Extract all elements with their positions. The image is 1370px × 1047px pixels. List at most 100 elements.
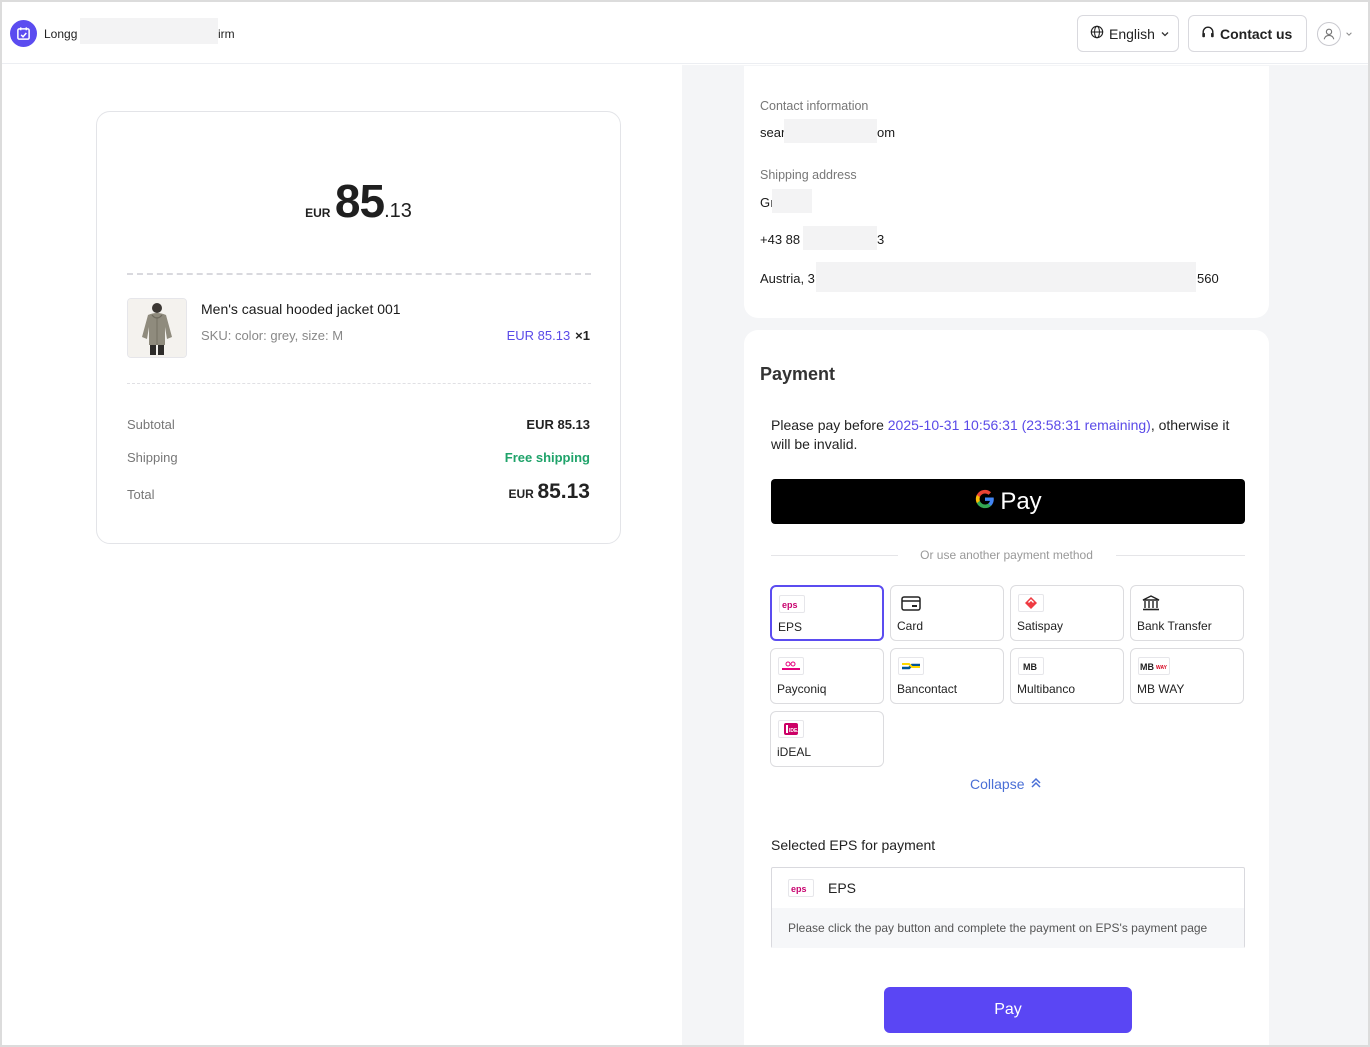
language-selector[interactable]: English <box>1077 15 1179 52</box>
credit-card-icon <box>898 594 924 612</box>
total-decimal: .13 <box>384 200 412 222</box>
user-avatar-icon <box>1317 22 1341 46</box>
pay-button[interactable]: Pay <box>884 987 1132 1033</box>
payment-method-payconiq[interactable]: Payconiq <box>770 648 884 704</box>
divider <box>127 383 591 384</box>
subtotal-value: EUR 85.13 <box>526 417 590 432</box>
payment-method-bancontact[interactable]: Bancontact <box>890 648 1004 704</box>
multibanco-icon: MB <box>1018 657 1044 675</box>
method-label: MB WAY <box>1137 682 1185 696</box>
shipping-address-end: 560 <box>1197 271 1219 286</box>
google-pay-label: Pay <box>1000 487 1042 515</box>
product-quantity: ×1 <box>575 328 590 343</box>
store-name: Longg <box>44 27 78 41</box>
contact-info-label: Contact information <box>760 99 869 113</box>
store-name-end: irm <box>218 27 235 41</box>
shipping-address-label: Shipping address <box>760 168 857 182</box>
svg-text:eps: eps <box>782 600 798 610</box>
shipping-phone-start: +43 88 <box>760 232 801 247</box>
contact-email-start: sear <box>760 125 786 140</box>
total-value-currency: EUR <box>508 487 534 501</box>
total-integer: 85 <box>334 175 385 227</box>
method-label: EPS <box>778 620 803 634</box>
payment-method-satispay[interactable]: Satispay <box>1010 585 1124 641</box>
globe-icon <box>1090 25 1104 42</box>
method-label: Satispay <box>1017 619 1064 633</box>
selected-method-hint: Please click the pay button and complete… <box>772 908 1244 948</box>
product-price-amount: EUR 85.13 <box>506 328 571 343</box>
payment-title: Payment <box>760 364 836 384</box>
method-label: Card <box>897 619 924 633</box>
method-label: Bancontact <box>897 682 958 696</box>
redacted-address <box>816 262 1196 292</box>
contact-us-button[interactable]: Contact us <box>1188 15 1307 52</box>
svg-text:WAY: WAY <box>1156 665 1168 671</box>
selected-method-name: EPS <box>828 880 857 896</box>
product-name: Men's casual hooded jacket 001 <box>201 301 401 317</box>
google-pay-button[interactable]: Pay <box>771 479 1245 524</box>
svg-text:IDEAL: IDEAL <box>789 728 801 734</box>
collapse-label: Collapse <box>970 776 1025 792</box>
shipping-label: Shipping <box>127 450 178 465</box>
payment-method-card[interactable]: Card <box>890 585 1004 641</box>
order-summary-card: EUR 85.13 Men's casual hooded jacket 001… <box>96 111 621 544</box>
divider <box>127 273 591 275</box>
payment-card: Payment Please pay before 2025-10-31 10:… <box>744 330 1269 1045</box>
method-label: Payconiq <box>777 682 827 696</box>
svg-text:eps: eps <box>791 884 807 894</box>
user-menu[interactable] <box>1317 22 1353 46</box>
method-label: iDEAL <box>777 745 812 759</box>
selected-method-row: eps EPS <box>772 868 1244 908</box>
redacted-email <box>784 119 877 143</box>
double-chevron-up-icon <box>1030 776 1042 792</box>
mbway-icon: MB WAY <box>1138 657 1170 675</box>
ideal-icon: IDEAL <box>778 720 804 738</box>
customer-info-card: Contact information sear om Shipping add… <box>744 66 1269 318</box>
satispay-icon <box>1018 594 1044 612</box>
chevron-down-icon <box>1345 25 1353 43</box>
contact-us-label: Contact us <box>1220 25 1293 42</box>
product-image <box>127 298 187 358</box>
google-g-icon <box>974 488 996 515</box>
eps-icon: eps <box>788 879 814 897</box>
selected-method-box: eps EPS Please click the pay button and … <box>771 867 1245 948</box>
store-logo-icon[interactable] <box>10 20 37 47</box>
shipping-value: Free shipping <box>504 450 590 465</box>
svg-text:MB: MB <box>1140 662 1154 672</box>
method-label: Bank Transfer <box>1137 619 1212 633</box>
product-price: EUR 85.13 ×1 <box>507 328 590 343</box>
redacted-phone <box>803 226 877 250</box>
total-currency: EUR <box>305 206 331 220</box>
top-header: Longg irm English Contact us <box>2 2 1368 64</box>
redacted-store-name <box>80 18 218 44</box>
divider-right <box>1116 555 1245 556</box>
svg-text:MB: MB <box>1023 662 1037 672</box>
redacted-name <box>772 189 812 213</box>
headset-icon <box>1201 25 1215 42</box>
shipping-address-start: Austria, 3 <box>760 271 815 286</box>
payment-method-multibanco[interactable]: MB Multibanco <box>1010 648 1124 704</box>
selected-method-heading: Selected EPS for payment <box>771 837 936 853</box>
shipping-phone-end: 3 <box>877 232 885 247</box>
chevron-down-icon <box>1160 26 1170 42</box>
order-total-display: EUR 85.13 <box>97 174 620 228</box>
contact-email-end: om <box>877 125 896 140</box>
bancontact-icon <box>898 657 924 675</box>
payment-method-ideal[interactable]: IDEAL iDEAL <box>770 711 884 767</box>
deadline-time: 2025-10-31 10:56:31 (23:58:31 remaining) <box>887 417 1151 433</box>
eps-icon: eps <box>779 595 805 613</box>
payment-method-mbway[interactable]: MB WAY MB WAY <box>1130 648 1244 704</box>
product-sku: SKU: color: grey, size: M <box>201 328 344 343</box>
collapse-methods-link[interactable]: Collapse <box>970 776 1042 792</box>
payment-method-bank-transfer[interactable]: Bank Transfer <box>1130 585 1244 641</box>
total-value: EUR 85.13 <box>508 480 590 504</box>
total-value-amount: 85.13 <box>537 480 590 503</box>
method-label: Multibanco <box>1017 682 1076 696</box>
payment-deadline-notice: Please pay before 2025-10-31 10:56:31 (2… <box>771 416 1247 454</box>
bank-icon <box>1138 594 1164 612</box>
deadline-prefix: Please pay before <box>771 417 888 433</box>
subtotal-label: Subtotal <box>127 417 175 432</box>
payconiq-icon <box>778 657 804 675</box>
checkout-page: Longg irm English Contact us EUR 85.13 M… <box>0 0 1370 1047</box>
payment-method-eps[interactable]: eps EPS <box>770 585 884 641</box>
